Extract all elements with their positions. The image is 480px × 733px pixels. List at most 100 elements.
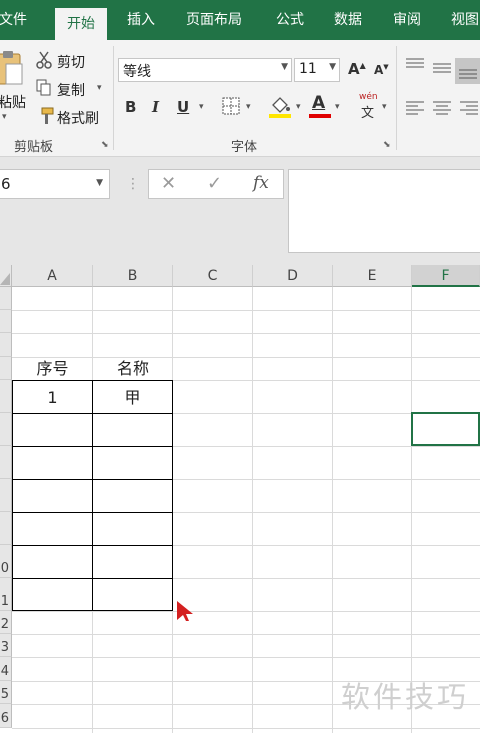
format-painter-icon: [36, 107, 54, 125]
group-divider: [396, 46, 397, 150]
fill-color-button[interactable]: [269, 95, 291, 119]
row-header[interactable]: 3: [0, 634, 12, 657]
gridline: [12, 728, 480, 729]
table-cell[interactable]: [92, 578, 173, 611]
tab-file[interactable]: 文件: [0, 0, 27, 40]
cancel-icon[interactable]: ✕: [161, 173, 176, 194]
tab-insert[interactable]: 插入: [127, 0, 155, 40]
row-number: 3: [0, 640, 9, 655]
formula-input[interactable]: [288, 169, 480, 253]
row-header[interactable]: [0, 446, 12, 479]
table-cell[interactable]: [12, 578, 93, 611]
row-header[interactable]: [0, 380, 12, 413]
borders-icon[interactable]: [222, 97, 240, 115]
row-header[interactable]: [0, 512, 12, 545]
drag-handle-icon[interactable]: ⋮: [126, 176, 140, 192]
gridline: [12, 657, 480, 658]
gridline: [411, 287, 412, 733]
font-group-label: 字体: [231, 140, 258, 155]
column-header-c[interactable]: C: [173, 265, 253, 287]
row-header[interactable]: [0, 310, 12, 333]
tab-data[interactable]: 数据: [334, 0, 362, 40]
bold-button[interactable]: B: [125, 98, 136, 116]
ribbon-tab-bar: 文件 开始 插入 页面布局 公式 数据 审阅 视图: [0, 0, 480, 40]
row-header[interactable]: 2: [0, 611, 12, 634]
row-header[interactable]: [0, 357, 12, 380]
align-top-icon[interactable]: [405, 57, 425, 73]
table-cell[interactable]: [92, 512, 173, 546]
column-header-a[interactable]: A: [12, 265, 93, 287]
font-launcher-icon[interactable]: ⬊: [383, 140, 391, 150]
table-cell[interactable]: [12, 413, 93, 447]
phonetic-guide-button[interactable]: wén 文: [357, 92, 381, 122]
row-header[interactable]: [0, 479, 12, 512]
font-size-select[interactable]: 11 ▼: [294, 58, 340, 82]
table-cell[interactable]: [12, 512, 93, 546]
table-cell[interactable]: [92, 545, 173, 579]
row-header[interactable]: 4: [0, 657, 12, 681]
select-all-corner[interactable]: [0, 265, 12, 287]
table-cell[interactable]: 1: [12, 380, 93, 414]
italic-button[interactable]: I: [152, 98, 159, 116]
font-name-value: 等线: [123, 64, 151, 80]
column-header-d[interactable]: D: [253, 265, 333, 287]
fill-color-dropdown-icon[interactable]: ▾: [296, 102, 301, 112]
align-middle-icon[interactable]: [432, 62, 452, 78]
tab-home[interactable]: 开始: [55, 8, 107, 40]
insert-function-icon[interactable]: fx: [253, 173, 269, 193]
font-color-button[interactable]: A: [309, 93, 331, 119]
tab-view[interactable]: 视图: [451, 0, 479, 40]
align-bottom-icon[interactable]: [455, 58, 480, 84]
align-left-icon[interactable]: [405, 100, 425, 116]
tab-formulas[interactable]: 公式: [276, 0, 304, 40]
copy-button[interactable]: 复制: [57, 80, 85, 100]
format-painter-button[interactable]: 格式刷: [57, 108, 99, 128]
table-cell[interactable]: [92, 446, 173, 480]
borders-dropdown-icon[interactable]: ▾: [246, 102, 251, 112]
align-right-icon[interactable]: [459, 100, 479, 116]
font-color-dropdown-icon[interactable]: ▾: [335, 102, 340, 112]
row-header[interactable]: 5: [0, 681, 12, 704]
row-header[interactable]: [0, 333, 12, 357]
row-header[interactable]: [0, 287, 12, 310]
table-header-cell[interactable]: 序号: [12, 357, 93, 380]
enter-check-icon[interactable]: ✓: [207, 173, 222, 194]
column-header-f[interactable]: F: [412, 265, 480, 287]
row-header[interactable]: 6: [0, 704, 12, 728]
table-cell[interactable]: 甲: [92, 380, 173, 414]
tab-review[interactable]: 审阅: [393, 0, 421, 40]
row-header[interactable]: [0, 413, 12, 446]
group-divider: [113, 46, 114, 150]
underline-dropdown-icon[interactable]: ▾: [199, 102, 204, 112]
paste-dropdown-icon[interactable]: ▾: [2, 112, 7, 122]
column-header-e[interactable]: E: [333, 265, 412, 287]
table-cell[interactable]: [92, 413, 173, 447]
table-cell[interactable]: [12, 479, 93, 513]
table-cell[interactable]: [92, 479, 173, 513]
font-name-select[interactable]: 等线 ▼: [118, 58, 292, 82]
name-box[interactable]: 6 ▼: [0, 169, 110, 199]
cut-button[interactable]: 剪切: [57, 52, 85, 72]
grow-font-button[interactable]: A▲: [348, 60, 366, 78]
copy-dropdown-icon[interactable]: ▾: [97, 83, 102, 93]
tab-page-layout[interactable]: 页面布局: [186, 0, 242, 40]
watermark: 软件技巧: [341, 680, 470, 714]
clipboard-launcher-icon[interactable]: ⬊: [101, 140, 109, 150]
active-cell[interactable]: [411, 412, 480, 446]
column-header-b[interactable]: B: [93, 265, 173, 287]
shrink-font-button[interactable]: A▼: [374, 63, 389, 77]
underline-button[interactable]: U: [177, 98, 189, 116]
phonetic-dropdown-icon[interactable]: ▾: [382, 102, 387, 112]
clipboard-icon: [0, 51, 23, 85]
row-header[interactable]: 0: [0, 545, 12, 578]
select-all-icon: [0, 273, 10, 285]
row-header[interactable]: 1: [0, 578, 12, 611]
fill-color-swatch: [269, 114, 291, 118]
table-header-cell[interactable]: 名称: [93, 357, 173, 380]
table-cell[interactable]: [12, 446, 93, 480]
align-center-icon[interactable]: [432, 100, 452, 116]
paste-button[interactable]: [0, 50, 24, 86]
paste-label[interactable]: 粘贴: [0, 92, 26, 112]
gridline: [12, 333, 480, 334]
table-cell[interactable]: [12, 545, 93, 579]
